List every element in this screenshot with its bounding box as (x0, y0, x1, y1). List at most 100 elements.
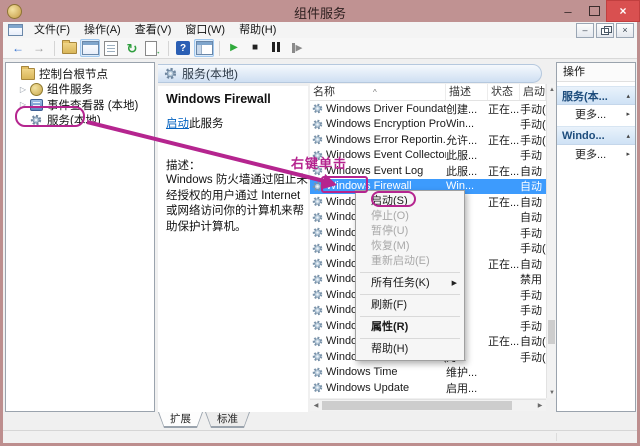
tree-item-2[interactable]: ▷事件查看器 (本地) (6, 97, 154, 113)
start-service-link[interactable]: 启动 (166, 118, 189, 130)
collapse-icon[interactable]: ▴ (626, 132, 630, 140)
tree-item-0[interactable]: 控制台根节点 (6, 66, 154, 82)
expander-icon[interactable]: ▷ (18, 100, 28, 109)
vertical-scrollbar[interactable]: ▲ ▼ (546, 84, 556, 398)
horizontal-scroll-thumb[interactable] (322, 401, 512, 410)
service-row[interactable]: Windows Error Reportin...允许...正在...手动( (310, 132, 546, 148)
tab-extended[interactable]: 扩展 (158, 412, 203, 428)
service-desc-cell: Win... (446, 118, 488, 130)
service-name-cell: Windows Encryption Pro... (310, 118, 446, 130)
status-bar (3, 430, 637, 443)
service-startup-cell: 禁用 (520, 271, 546, 287)
start-service-icon[interactable]: ▶ (224, 39, 244, 57)
service-row[interactable]: Windows Time维护... (310, 365, 546, 381)
stop-service-icon[interactable]: ■ (245, 39, 265, 57)
service-desc-cell: 此服... (446, 147, 488, 163)
extended-info-pane (158, 86, 308, 412)
context-menu-item-properties[interactable]: 属性(R) (356, 320, 464, 335)
column-header-3[interactable]: 启动... (520, 84, 546, 100)
service-row[interactable]: Windows Update启用... (310, 380, 546, 396)
selected-service-name: Windows Firewall (166, 92, 271, 106)
context-menu-item-all-tasks[interactable]: 所有任务(K)▶ (356, 276, 464, 291)
mdi-close-button[interactable]: × (616, 23, 634, 38)
column-header-1[interactable]: 描述 (446, 84, 488, 100)
service-status-cell: 正在... (488, 256, 520, 272)
menubar-item-file[interactable]: 文件(F) (27, 22, 77, 38)
actions-section-header-1[interactable]: Windo...▴ (557, 126, 635, 145)
services-gear-icon (164, 67, 177, 80)
service-row[interactable]: Windows Event Collector此服... 手动 (310, 148, 546, 164)
scroll-right-icon[interactable]: ▶ (534, 400, 546, 411)
horizontal-scrollbar[interactable]: ◀ ▶ (310, 399, 546, 411)
context-menu-item-refresh[interactable]: 刷新(F) (356, 298, 464, 313)
actions-more-item-1[interactable]: 更多...▸ (557, 145, 635, 162)
menubar-item-action[interactable]: 操作(A) (77, 22, 128, 38)
show-tree-icon[interactable] (194, 39, 214, 57)
service-startup-cell: 手动 (520, 225, 546, 241)
menu-separator (360, 294, 460, 295)
service-startup-cell: 手动( (520, 240, 546, 256)
tree-item-label: 组件服务 (47, 81, 93, 97)
service-name: Windows Event Collector (326, 149, 446, 161)
vertical-scroll-thumb[interactable] (548, 320, 555, 344)
service-gear-icon (312, 320, 323, 331)
window-title: 组件服务 (0, 3, 640, 22)
service-name-cell: Windows Error Reportin... (310, 134, 446, 146)
service-name: Windo (326, 289, 357, 301)
service-startup-cell: 自动 (520, 256, 546, 272)
actions-section-header-0[interactable]: 服务(本...▴ (557, 86, 635, 105)
mdi-restore-button[interactable] (596, 23, 614, 38)
toolbar-separator (219, 41, 220, 56)
tree-item-1[interactable]: ▷ 组件服务 (6, 82, 154, 98)
service-name-cell: Windows Event Collector (310, 149, 446, 161)
scroll-left-icon[interactable]: ◀ (310, 400, 322, 411)
start-service-rest: 此服务 (189, 118, 224, 130)
service-startup-cell: 手动 (520, 147, 546, 163)
service-startup-cell: 自动 (520, 178, 546, 194)
column-header-2[interactable]: 状态 (488, 84, 520, 100)
menu-separator (360, 338, 460, 339)
maximize-button[interactable] (582, 0, 606, 22)
help-icon[interactable]: ? (173, 39, 193, 57)
property-sheet-icon[interactable] (101, 39, 121, 57)
export-list-icon[interactable]: → (143, 39, 163, 57)
close-button[interactable]: × (606, 0, 640, 22)
context-menu-item-help[interactable]: 帮助(H) (356, 342, 464, 357)
service-gear-icon (312, 196, 323, 207)
console-window-icon[interactable] (80, 39, 100, 57)
service-gear-icon (312, 165, 323, 176)
service-startup-cell: 自动 (520, 209, 546, 225)
actions-more-item-0[interactable]: 更多...▸ (557, 105, 635, 122)
restart-service-icon[interactable]: ▶ (287, 39, 307, 57)
context-menu-item-stop: 停止(O) (356, 209, 464, 224)
refresh-icon[interactable]: ↻ (122, 39, 142, 57)
tab-standard[interactable]: 标准 (205, 412, 250, 428)
service-startup-cell: 手动 (520, 318, 546, 334)
service-startup-cell: 自动( (520, 333, 546, 349)
up-folder-icon[interactable] (59, 39, 79, 57)
service-name: Windows Driver Foundati... (326, 103, 446, 115)
console-window-icon (8, 24, 23, 36)
service-row[interactable]: Windows Encryption Pro...Win...手动( (310, 117, 546, 133)
mdi-minimize-button[interactable]: – (576, 23, 594, 38)
context-menu-item-start[interactable]: 启动(S) (356, 194, 464, 209)
service-status-cell: 正在... (488, 132, 520, 148)
results-pane-header: 服务(本地) (158, 64, 542, 83)
collapse-icon[interactable]: ▴ (626, 92, 630, 100)
menubar-item-view[interactable]: 查看(V) (128, 22, 179, 38)
tree-item-3[interactable]: 服务(本地) (6, 113, 154, 129)
expander-icon[interactable]: ▷ (18, 85, 28, 94)
service-row[interactable]: Windows Driver Foundati...创建...正在...手动( (310, 101, 546, 117)
menubar-item-help[interactable]: 帮助(H) (232, 22, 283, 38)
forward-icon[interactable]: → (29, 39, 49, 57)
service-name: Windo (326, 273, 357, 285)
service-name-cell: Windows Time (310, 366, 446, 378)
service-startup-cell: 手动 (520, 287, 546, 303)
minimize-button[interactable]: – (556, 0, 580, 22)
column-header-0[interactable]: 名称^ (310, 84, 446, 100)
menu-separator (360, 316, 460, 317)
service-row[interactable]: Windows Event Log此服...正在...自动 (310, 163, 546, 179)
pause-service-icon[interactable] (266, 39, 286, 57)
menubar-item-window[interactable]: 窗口(W) (178, 22, 232, 38)
back-icon[interactable]: ← (8, 39, 28, 57)
